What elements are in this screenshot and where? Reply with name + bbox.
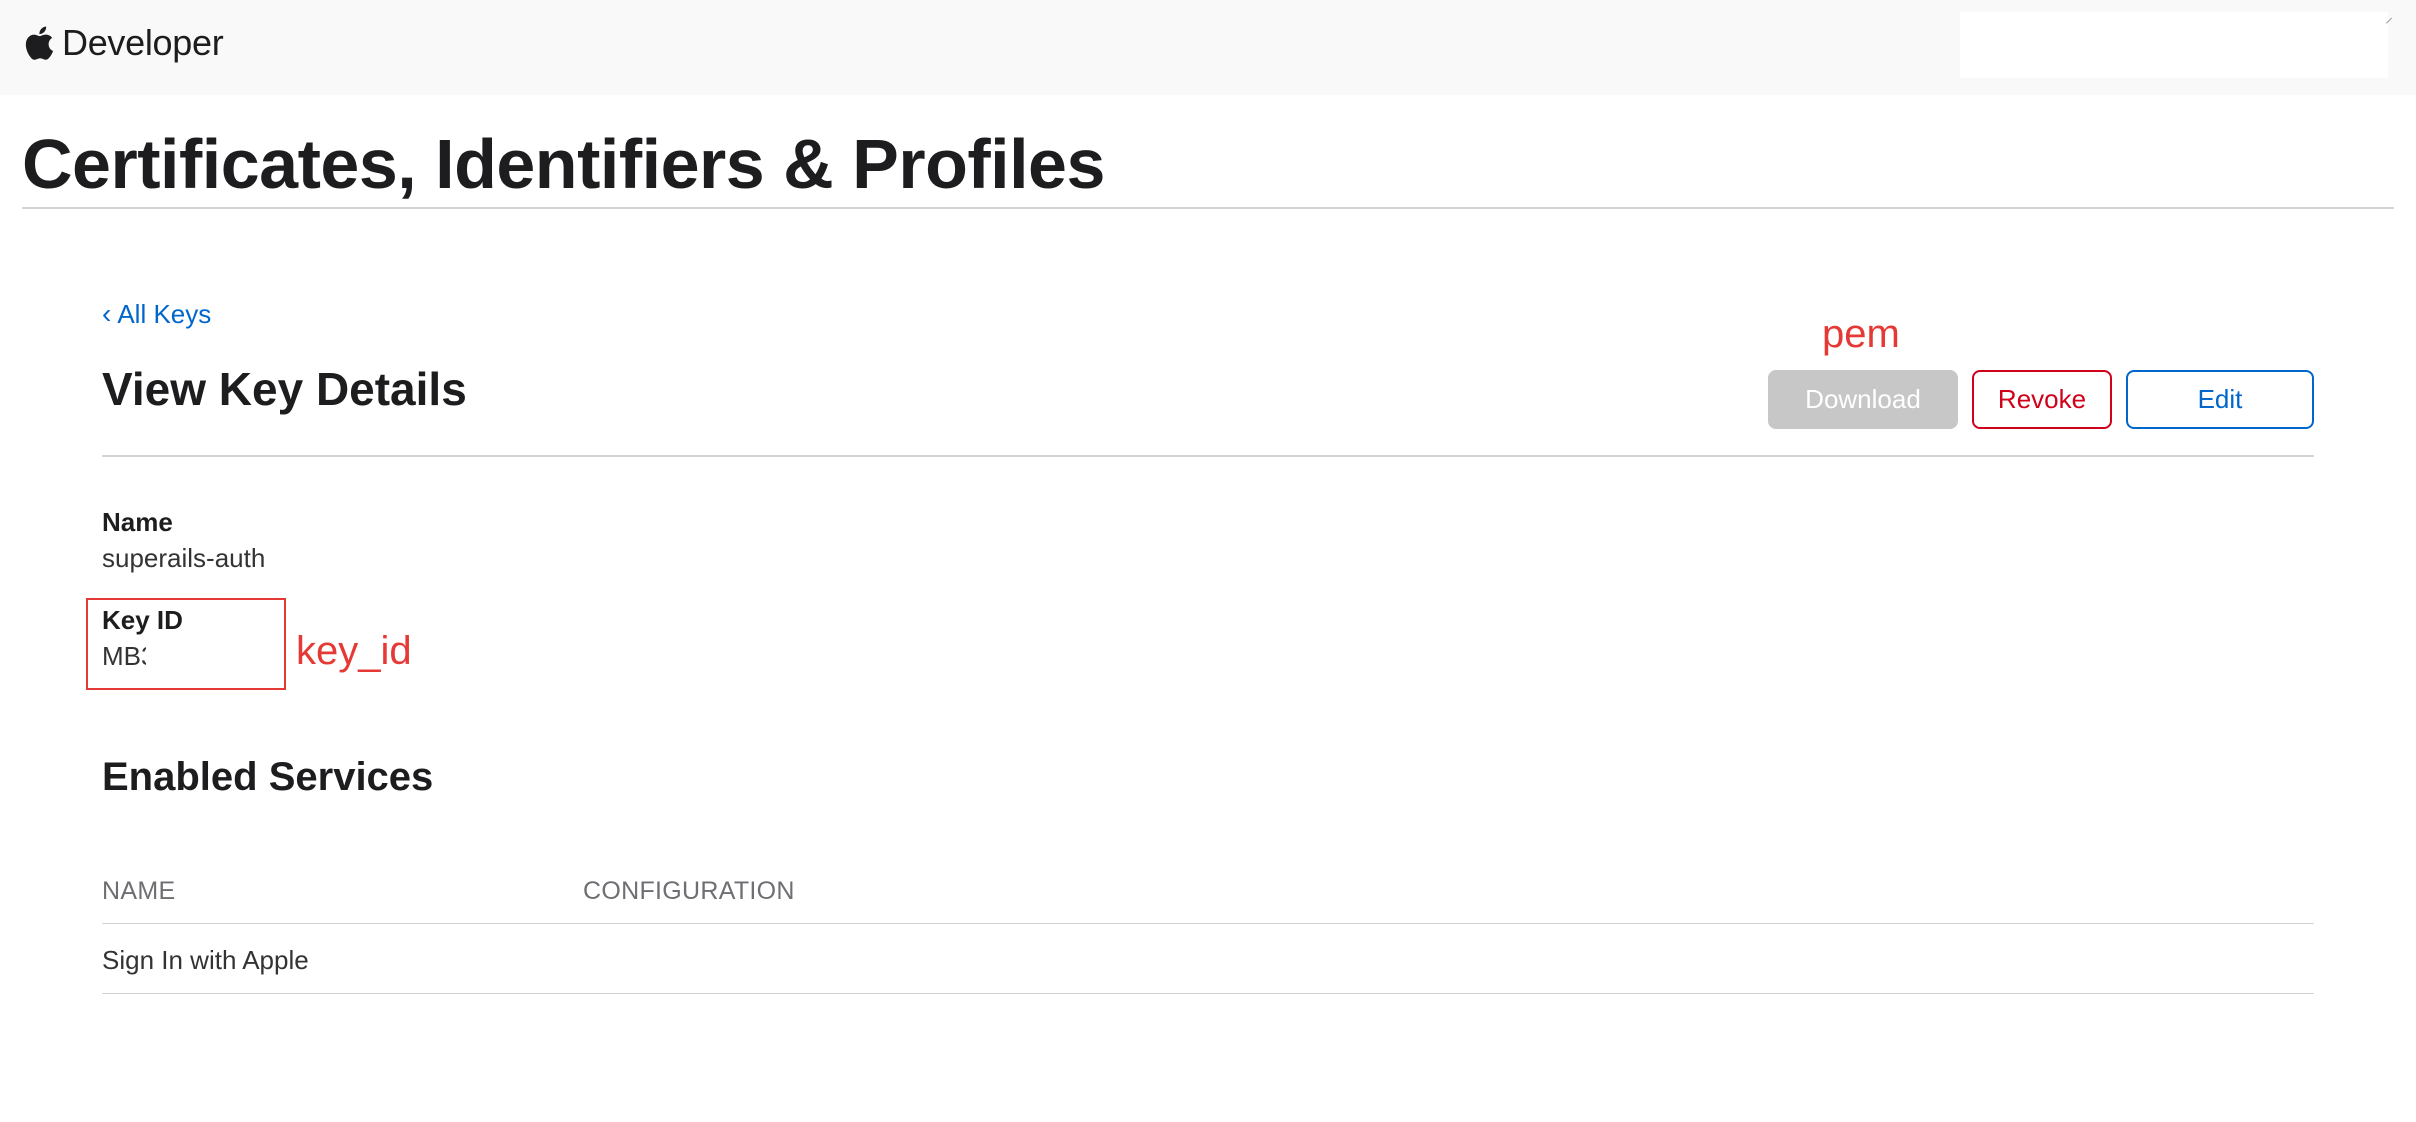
table-row-divider: [102, 993, 2314, 994]
title-divider: [22, 207, 2394, 209]
edit-button[interactable]: Edit: [2126, 370, 2314, 429]
revoke-button[interactable]: Revoke: [1972, 370, 2112, 429]
download-button[interactable]: Download: [1768, 370, 1958, 429]
key-id-value: MB3: [102, 641, 146, 671]
account-area[interactable]: [1960, 12, 2388, 78]
column-header-configuration: CONFIGURATION: [583, 877, 795, 905]
developer-home-link[interactable]: Developer: [24, 18, 224, 68]
developer-brand-label: Developer: [62, 22, 224, 63]
key-id-label: Key ID: [102, 605, 183, 635]
details-divider: [102, 455, 2314, 457]
all-keys-back-link[interactable]: ‹ All Keys: [102, 298, 211, 330]
corner-glyph: ⸍: [2385, 16, 2394, 33]
chevron-left-icon: ‹: [102, 298, 112, 329]
key-id-annotation: key_id: [296, 629, 412, 673]
enabled-services-heading: Enabled Services: [102, 755, 434, 799]
apple-logo-icon: [25, 26, 54, 60]
table-row: Sign In with Apple: [102, 945, 309, 975]
pem-annotation: pem: [1822, 312, 1900, 356]
global-header: Developer ⸍: [0, 0, 2416, 95]
name-label: Name: [102, 507, 173, 537]
back-link-label: All Keys: [117, 298, 212, 329]
name-value: superails-auth: [102, 543, 266, 573]
column-header-name: NAME: [102, 877, 176, 905]
view-key-details-heading: View Key Details: [102, 363, 467, 415]
table-header-divider: [102, 923, 2314, 924]
page-title: Certificates, Identifiers & Profiles: [22, 125, 1105, 203]
